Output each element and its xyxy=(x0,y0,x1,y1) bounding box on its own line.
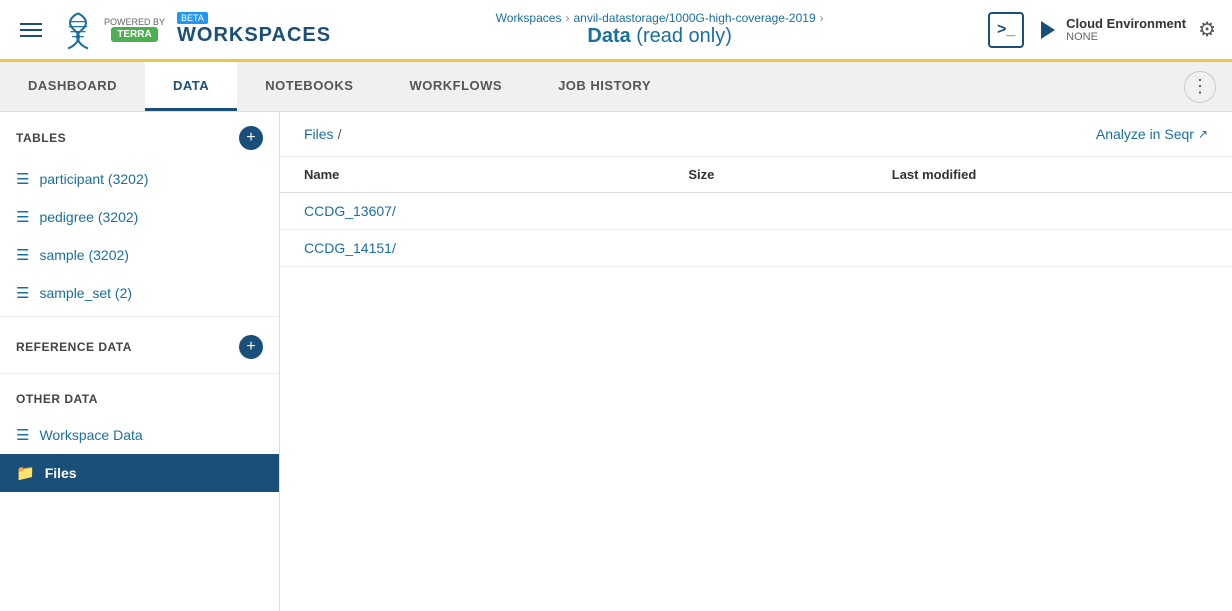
sidebar-item-workspace-data[interactable]: ☰ Workspace Data xyxy=(0,416,279,454)
file-modified-cell-1 xyxy=(868,230,1232,267)
hamburger-menu[interactable] xyxy=(16,19,46,41)
more-options-button[interactable]: ⋮ xyxy=(1184,71,1216,103)
tab-data[interactable]: DATA xyxy=(145,62,237,111)
file-size-cell-1 xyxy=(664,230,867,267)
sidebar-item-pedigree[interactable]: ☰ pedigree (3202) xyxy=(0,198,279,236)
file-name-cell: CCDG_14151/ xyxy=(280,230,664,267)
col-header-size: Size xyxy=(664,157,867,193)
tab-dashboard[interactable]: DASHBOARD xyxy=(0,62,145,111)
files-table-body: CCDG_13607/ CCDG_14151/ xyxy=(280,193,1232,267)
beta-badge: BETA xyxy=(177,12,208,24)
page-readonly: (read only) xyxy=(636,25,732,47)
table-row: CCDG_13607/ xyxy=(280,193,1232,230)
cloud-env-status: NONE xyxy=(1066,31,1186,43)
sidebar-item-label-sample: sample (3202) xyxy=(39,247,129,263)
table-row: CCDG_14151/ xyxy=(280,230,1232,267)
files-table: Name Size Last modified CCDG_13607/ CCDG… xyxy=(280,157,1232,267)
top-header: POWERED BY TERRA BETA WORKSPACES Workspa… xyxy=(0,0,1232,62)
powered-by-area: POWERED BY TERRA xyxy=(104,17,165,42)
reference-data-section-header: REFERENCE DATA + xyxy=(0,321,279,369)
table-icon-sample: ☰ xyxy=(16,246,29,264)
logo-area: POWERED BY TERRA xyxy=(58,10,165,50)
nav-tabs: DASHBOARD DATA NOTEBOOKS WORKFLOWS JOB H… xyxy=(0,62,1232,112)
workspace-name-breadcrumb[interactable]: anvil-datastorage/1000G-high-coverage-20… xyxy=(573,11,815,25)
dna-logo xyxy=(58,10,98,50)
sidebar: TABLES + ☰ participant (3202) ☰ pedigree… xyxy=(0,112,280,611)
settings-icon[interactable]: ⚙ xyxy=(1198,17,1216,42)
tab-job-history[interactable]: JOB HISTORY xyxy=(530,62,679,111)
analyze-label: Analyze in Seqr xyxy=(1096,126,1194,142)
other-data-section-header: OTHER DATA xyxy=(0,378,279,416)
sidebar-item-label-pedigree: pedigree (3202) xyxy=(39,209,138,225)
terminal-button[interactable]: >_ xyxy=(988,12,1024,48)
breadcrumb-sep1: › xyxy=(565,11,569,25)
sidebar-item-label-sample-set: sample_set (2) xyxy=(39,285,132,301)
tables-section-title: TABLES xyxy=(16,131,66,145)
cloud-environment[interactable]: Cloud Environment NONE xyxy=(1036,16,1186,43)
main-layout: TABLES + ☰ participant (3202) ☰ pedigree… xyxy=(0,112,1232,611)
sidebar-item-sample-set[interactable]: ☰ sample_set (2) xyxy=(0,274,279,312)
table-icon-sample-set: ☰ xyxy=(16,284,29,302)
add-reference-data-button[interactable]: + xyxy=(239,335,263,359)
files-breadcrumb-link[interactable]: Files xyxy=(304,126,334,142)
sidebar-item-label-files: Files xyxy=(45,465,77,481)
breadcrumb-sep2: › xyxy=(820,11,824,25)
cloud-env-text: Cloud Environment NONE xyxy=(1066,16,1186,43)
breadcrumb-area: Workspaces › anvil-datastorage/1000G-hig… xyxy=(343,11,976,48)
terminal-icon: >_ xyxy=(997,21,1015,39)
analyze-in-seqr-link[interactable]: Analyze in Seqr ↗ xyxy=(1096,126,1208,142)
file-modified-cell-0 xyxy=(868,193,1232,230)
sidebar-item-files[interactable]: 📁 Files xyxy=(0,454,279,492)
reference-data-section-title: REFERENCE DATA xyxy=(16,340,132,354)
file-size-cell-0 xyxy=(664,193,867,230)
tab-workflows[interactable]: WORKFLOWS xyxy=(381,62,530,111)
tables-section-header: TABLES + xyxy=(0,112,279,160)
files-table-head: Name Size Last modified xyxy=(280,157,1232,193)
other-data-section-title: OTHER DATA xyxy=(16,392,98,406)
add-table-button[interactable]: + xyxy=(239,126,263,150)
play-icon xyxy=(1036,18,1060,42)
files-header: Files / Analyze in Seqr ↗ xyxy=(280,112,1232,157)
workspaces-breadcrumb-link[interactable]: Workspaces xyxy=(496,11,562,25)
col-header-name: Name xyxy=(280,157,664,193)
file-name-cell: CCDG_13607/ xyxy=(280,193,664,230)
table-icon-participant: ☰ xyxy=(16,170,29,188)
file-link-ccdg14151[interactable]: CCDG_14151/ xyxy=(304,240,396,256)
col-header-last-modified: Last modified xyxy=(868,157,1232,193)
table-icon-pedigree: ☰ xyxy=(16,208,29,226)
header-actions: >_ Cloud Environment NONE ⚙ xyxy=(988,12,1216,48)
files-table-header-row: Name Size Last modified xyxy=(280,157,1232,193)
cloud-env-label: Cloud Environment xyxy=(1066,16,1186,31)
files-icon: 📁 xyxy=(16,464,35,482)
files-breadcrumb: Files / xyxy=(304,126,341,142)
page-title: Data xyxy=(587,25,630,47)
sidebar-item-label-workspace-data: Workspace Data xyxy=(39,427,142,443)
tab-notebooks[interactable]: NOTEBOOKS xyxy=(237,62,381,111)
content-area: Files / Analyze in Seqr ↗ Name Size Last… xyxy=(280,112,1232,611)
more-icon: ⋮ xyxy=(1191,76,1209,97)
sidebar-divider-1 xyxy=(0,316,279,317)
sidebar-item-sample[interactable]: ☰ sample (3202) xyxy=(0,236,279,274)
workspaces-label: WORKSPACES xyxy=(177,24,331,47)
sidebar-item-participant[interactable]: ☰ participant (3202) xyxy=(0,160,279,198)
file-link-ccdg13607[interactable]: CCDG_13607/ xyxy=(304,203,396,219)
page-subtitle: Data (read only) xyxy=(587,25,732,48)
workspace-data-icon: ☰ xyxy=(16,426,29,444)
sidebar-divider-2 xyxy=(0,373,279,374)
powered-by-text: POWERED BY xyxy=(104,17,165,27)
app-title-area: BETA WORKSPACES xyxy=(177,12,331,47)
terra-badge: TERRA xyxy=(111,27,157,42)
tabs-spacer xyxy=(679,62,1184,111)
breadcrumb-nav: Workspaces › anvil-datastorage/1000G-hig… xyxy=(496,11,824,25)
sidebar-item-label-participant: participant (3202) xyxy=(39,171,148,187)
external-link-icon: ↗ xyxy=(1198,127,1208,141)
files-breadcrumb-sep: / xyxy=(338,126,342,142)
